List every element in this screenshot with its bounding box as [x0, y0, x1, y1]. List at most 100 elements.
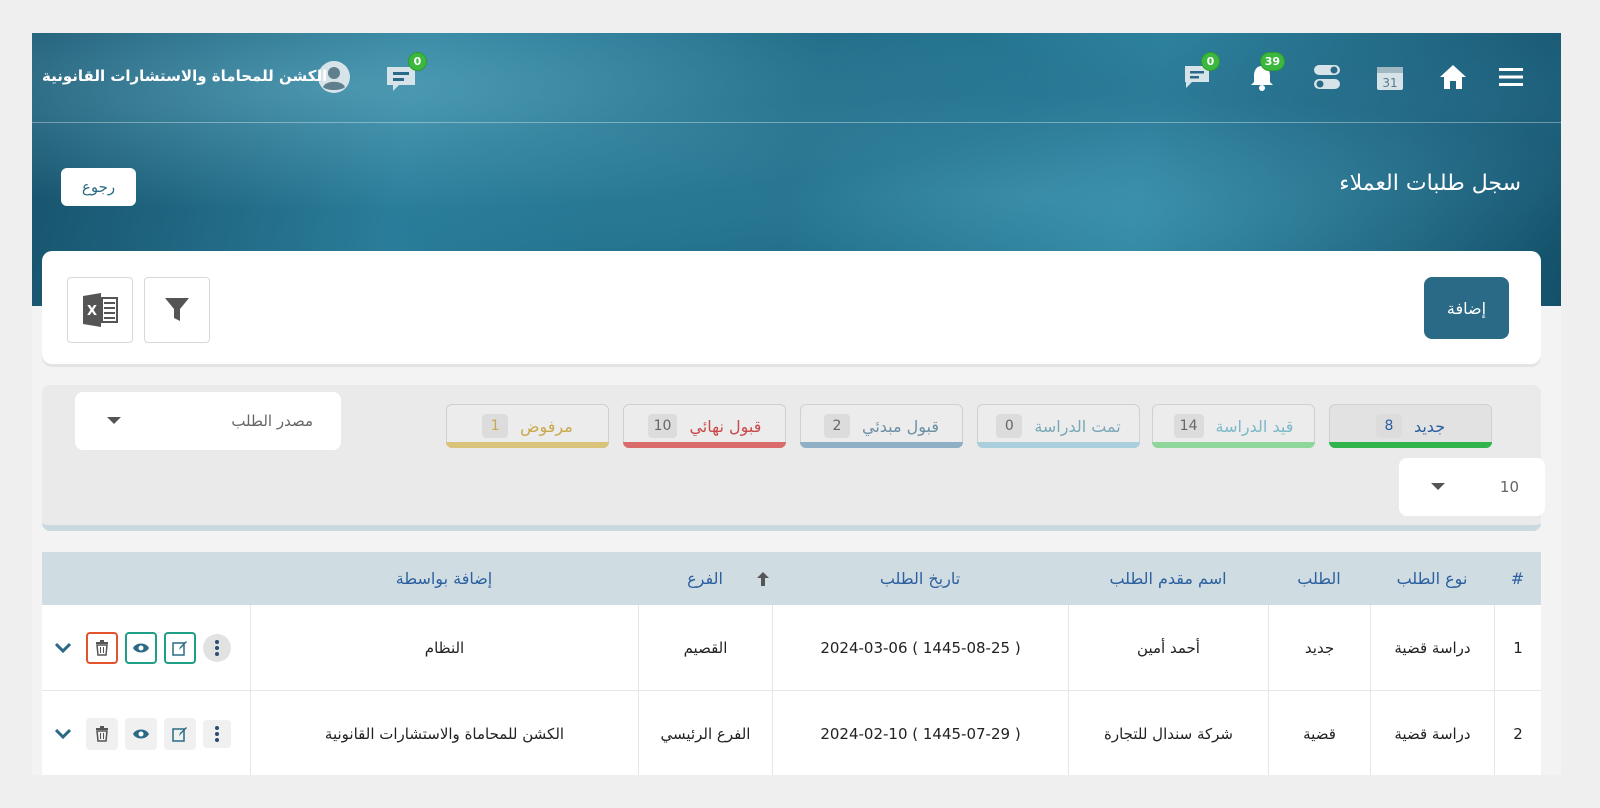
tab-count: 2 [823, 414, 850, 438]
notifications-badge: 39 [1259, 52, 1285, 71]
cell-applicant: أحمد أمين [1068, 605, 1268, 690]
delete-button[interactable] [86, 631, 118, 664]
tab-label: قبول مبدئي [861, 416, 940, 436]
cell-request: جديد [1268, 605, 1370, 690]
tab-indicator [623, 442, 786, 448]
tab-new[interactable]: جديد 8 [1329, 404, 1492, 448]
page-size-value: 10 [1499, 478, 1519, 496]
cell-applicant: شركة سندال للتجارة [1068, 691, 1268, 775]
header-branch[interactable]: الفرع [638, 552, 772, 605]
page-title: سجل طلبات العملاء [1339, 171, 1521, 196]
cell-date: 2024-02-10 ( 1445-07-29 ) [772, 691, 1068, 775]
tab-under-study[interactable]: قيد الدراسة 14 [1152, 404, 1315, 448]
tab-final-acceptance[interactable]: قبول نهائي 10 [623, 404, 786, 448]
cell-added-by: الكشن للمحاماة والاستشارات القانونية [250, 691, 638, 775]
filter-icon [165, 298, 189, 321]
tab-indicator [446, 442, 609, 448]
cell-type: دراسة قضية [1370, 691, 1494, 775]
tab-count: 0 [996, 414, 1023, 438]
messages-badge: 0 [408, 52, 427, 71]
tab-indicator [1329, 442, 1492, 448]
cell-request: قضية [1268, 691, 1370, 775]
tab-indicator [977, 442, 1140, 448]
export-excel-button[interactable]: X [67, 277, 133, 343]
header-request[interactable]: الطلب [1268, 552, 1370, 605]
tab-count: 8 [1375, 414, 1402, 438]
edit-button[interactable] [164, 631, 196, 664]
top-bar: 31 39 0 0 الكشن للمحاماة والاستشارات الق… [32, 33, 1561, 123]
more-options-button[interactable] [203, 633, 231, 662]
tab-label: جديد [1413, 416, 1446, 436]
add-button[interactable]: إضافة [1424, 277, 1509, 339]
header-applicant[interactable]: اسم مقدم الطلب [1068, 552, 1268, 605]
page-size-select[interactable]: 10 [1399, 458, 1545, 516]
view-button[interactable] [125, 717, 157, 750]
chat-icon[interactable]: 0 [1180, 52, 1220, 94]
request-source-placeholder: مصدر الطلب [231, 412, 313, 430]
cell-index: 1 [1494, 605, 1541, 690]
edit-button[interactable] [164, 717, 196, 750]
tab-count: 14 [1173, 414, 1204, 438]
header-type[interactable]: نوع الطلب [1370, 552, 1494, 605]
filter-button[interactable] [144, 277, 210, 343]
chevron-down-icon [55, 728, 71, 739]
edit-icon [172, 726, 187, 742]
delete-button[interactable] [86, 717, 118, 750]
chat-badge: 0 [1201, 52, 1220, 71]
edit-icon [172, 640, 187, 656]
table-row: 2 دراسة قضية قضية شركة سندال للتجارة 202… [42, 691, 1541, 775]
more-vertical-icon [215, 725, 219, 742]
cell-branch: القصيم [638, 605, 772, 690]
cell-type: دراسة قضية [1370, 605, 1494, 690]
cell-date: 2024-03-06 ( 1445-08-25 ) [772, 605, 1068, 690]
tab-initial-acceptance[interactable]: قبول مبدئي 2 [800, 404, 963, 448]
view-button[interactable] [125, 631, 157, 664]
expand-row-button[interactable] [47, 632, 79, 664]
excel-icon: X [83, 293, 118, 327]
tab-label: قيد الدراسة [1215, 416, 1294, 436]
calendar-day: 31 [1382, 76, 1397, 90]
tab-label: قبول نهائي [689, 416, 762, 436]
notifications-icon[interactable]: 39 [1245, 52, 1285, 94]
tab-indicator [1152, 442, 1315, 448]
svg-text:X: X [87, 304, 97, 319]
table-row: 1 دراسة قضية جديد أحمد أمين 2024-03-06 (… [42, 605, 1541, 691]
trash-icon [96, 725, 108, 742]
messages-icon[interactable]: 0 [383, 52, 427, 94]
app-frame: 31 39 0 0 الكشن للمحاماة والاستشارات الق… [32, 33, 1561, 775]
more-vertical-icon [215, 639, 219, 656]
tab-indicator [800, 442, 963, 448]
header-date[interactable]: تاريخ الطلب [757, 552, 1068, 605]
row-actions [42, 691, 250, 775]
header-added-by[interactable]: إضافة بواسطة [250, 552, 638, 605]
filter-card: جديد 8 قيد الدراسة 14 تمت الدراسة 0 قبول… [42, 385, 1545, 531]
header-actions [42, 552, 250, 605]
tab-rejected[interactable]: مرفوض 1 [446, 404, 609, 448]
chevron-down-icon [55, 642, 71, 653]
tab-label: تمت الدراسة [1034, 416, 1121, 436]
calendar-icon[interactable]: 31 [1373, 60, 1407, 94]
menu-icon[interactable] [1494, 60, 1528, 94]
header-date-label: تاريخ الطلب [879, 569, 961, 588]
cell-branch: الفرع الرئيسي [638, 691, 772, 775]
org-name: الكشن للمحاماة والاستشارات القانونية [42, 67, 328, 85]
toolbar-card: إضافة X [42, 251, 1541, 364]
home-icon[interactable] [1436, 60, 1470, 94]
expand-row-button[interactable] [47, 718, 79, 750]
chevron-down-icon [1431, 483, 1445, 490]
tab-studied[interactable]: تمت الدراسة 0 [977, 404, 1140, 448]
sort-arrow-up-icon[interactable] [756, 571, 770, 587]
eye-icon [133, 729, 149, 738]
requests-table: # نوع الطلب الطلب اسم مقدم الطلب تاريخ ا… [42, 552, 1541, 775]
header-index: # [1510, 569, 1525, 588]
tab-count: 10 [647, 414, 678, 438]
tab-count: 1 [482, 414, 509, 438]
toggle-icon[interactable] [1310, 60, 1344, 94]
trash-icon [96, 639, 108, 656]
more-options-button[interactable] [203, 719, 231, 748]
cell-index: 2 [1494, 691, 1541, 775]
table-header: # نوع الطلب الطلب اسم مقدم الطلب تاريخ ا… [42, 552, 1541, 605]
row-actions [42, 605, 250, 690]
request-source-select[interactable]: مصدر الطلب [75, 392, 341, 450]
back-button[interactable]: رجوع [61, 168, 136, 206]
